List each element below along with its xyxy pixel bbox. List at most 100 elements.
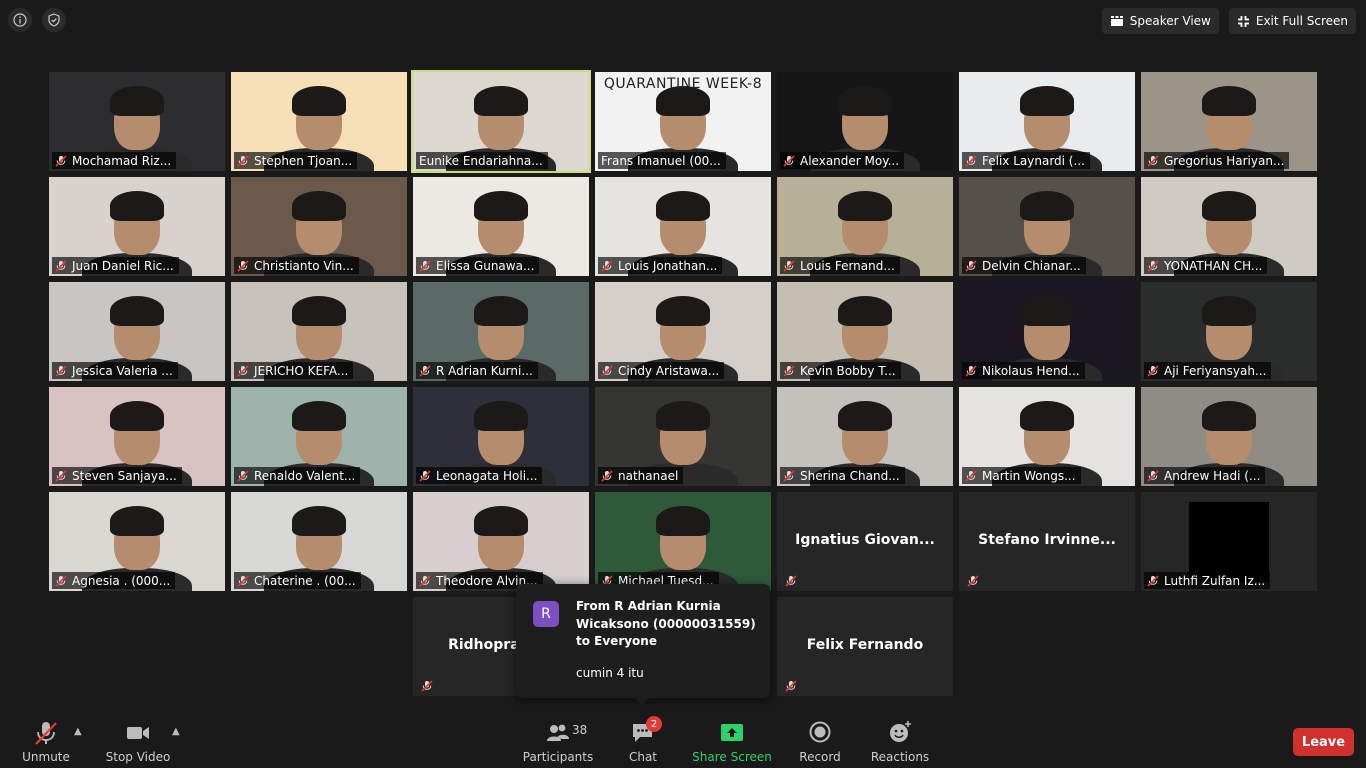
participant-tile[interactable]: Delvin Chianar... (959, 177, 1135, 276)
mic-muted-icon (1147, 574, 1159, 587)
participant-tile[interactable]: Stephen Tjoan... (231, 72, 407, 171)
participant-name: Steven Sanjaya... (72, 468, 177, 483)
shield-icon[interactable] (42, 8, 66, 32)
participant-name: Louis Fernand... (800, 258, 895, 273)
participant-tile[interactable]: Luthfi Zulfan Iz... (1141, 492, 1317, 591)
participant-tile[interactable]: Sherina Chand... (777, 387, 953, 486)
participant-tile[interactable]: YONATHAN CH... (1141, 177, 1317, 276)
participants-count: 38 (572, 723, 588, 737)
participant-name: Eunike Endariahna... (419, 153, 543, 168)
participant-tile[interactable]: Louis Jonathan... (595, 177, 771, 276)
participant-silhouette-hair (110, 401, 164, 431)
participant-silhouette-hair (1202, 401, 1256, 431)
participant-tile[interactable]: Felix Laynardi (... (959, 72, 1135, 171)
participant-nameplate: Christianto Vin... (234, 257, 359, 274)
participant-tile[interactable]: Mochamad Riz... (49, 72, 225, 171)
mic-muted-icon (965, 364, 977, 377)
participant-tile[interactable]: Stefano Irvinne... (959, 492, 1135, 591)
record-label: Record (799, 750, 841, 764)
exit-fullscreen-label: Exit Full Screen (1255, 14, 1348, 28)
participant-silhouette-hair (292, 191, 346, 221)
participant-tile[interactable]: Aji Feriyansyah... (1141, 282, 1317, 381)
participant-tile[interactable]: R Adrian Kurni... (413, 282, 589, 381)
meeting-toolbar: Unmute ▲ Stop Video ▲ Participants 38 Ch… (0, 712, 1366, 768)
mic-muted-icon (783, 469, 795, 482)
participant-tile[interactable]: Gregorius Hariyan... (1141, 72, 1317, 171)
share-screen-button[interactable]: Share Screen (692, 712, 772, 768)
audio-options-chevron-up-icon[interactable]: ▲ (74, 726, 82, 737)
mic-muted-icon (35, 722, 57, 745)
participant-name: Kevin Bobby T... (800, 363, 896, 378)
participant-silhouette-hair (656, 296, 710, 326)
participant-name: Renaldo Valent... (254, 468, 356, 483)
participant-tile[interactable]: Kevin Bobby T... (777, 282, 953, 381)
participant-tile[interactable]: Agnesia . (000... (49, 492, 225, 591)
stop-video-button[interactable]: Stop Video (106, 712, 170, 768)
participant-name: Aji Feriyansyah... (1164, 363, 1267, 378)
participant-tile[interactable]: Jessica Valeria ... (49, 282, 225, 381)
exit-fullscreen-icon (1237, 15, 1249, 27)
unmute-button[interactable]: Unmute (20, 712, 72, 768)
participant-tile[interactable]: Renaldo Valent... (231, 387, 407, 486)
participant-name: Gregorius Hariyan... (1164, 153, 1285, 168)
participant-tile[interactable]: Theodore Alvin... (413, 492, 589, 591)
participant-tile[interactable]: Eunike Endariahna... (411, 70, 591, 173)
video-options-chevron-up-icon[interactable]: ▲ (172, 726, 180, 737)
participant-nameplate: Andrew Hadi (... (1144, 467, 1266, 484)
participant-tile[interactable]: Louis Fernand... (777, 177, 953, 276)
participant-tile[interactable]: Leonagata Holi... (413, 387, 589, 486)
participant-tile[interactable]: QUARANTINE WEEK-8 Frans Imanuel (00... (595, 72, 771, 171)
participant-nameplate: Gregorius Hariyan... (1144, 152, 1290, 169)
participant-nameplate: YONATHAN CH... (1144, 257, 1268, 274)
participant-nameplate: Nikolaus Hend... (962, 362, 1085, 379)
mic-muted-icon (601, 364, 613, 377)
participant-tile[interactable]: Andrew Hadi (... (1141, 387, 1317, 486)
participant-tile[interactable]: Elissa Gunawa... (413, 177, 589, 276)
participant-tile[interactable]: Ignatius Giovan... (777, 492, 953, 591)
participant-nameplate: R Adrian Kurni... (416, 362, 538, 379)
participant-name: Felix Fernando (806, 637, 924, 653)
participant-name: Felix Laynardi (... (982, 153, 1085, 168)
mic-muted-icon (419, 364, 431, 377)
participant-name: Jessica Valeria ... (72, 363, 173, 378)
participants-button[interactable]: Participants (523, 712, 593, 768)
participant-tile[interactable]: Martin Wongs... (959, 387, 1135, 486)
participant-tile[interactable]: Cindy Aristawa... (595, 282, 771, 381)
speaker-view-label: Speaker View (1129, 14, 1211, 28)
mic-muted-icon (55, 364, 67, 377)
mic-muted-icon (965, 259, 977, 272)
participant-silhouette-hair (838, 401, 892, 431)
participant-tile[interactable]: Michael Tuesd... (595, 492, 771, 591)
participant-tile[interactable]: Steven Sanjaya... (49, 387, 225, 486)
mic-muted-icon (601, 259, 613, 272)
participant-tile[interactable]: nathanael (595, 387, 771, 486)
participant-name: Leonagata Holi... (436, 468, 538, 483)
participant-name: Sherina Chand... (800, 468, 900, 483)
chat-message-text: cumin 4 itu (576, 666, 644, 680)
participant-nameplate: Louis Fernand... (780, 257, 900, 274)
leave-button[interactable]: Leave (1293, 728, 1354, 756)
participant-name: Louis Jonathan... (618, 258, 718, 273)
mic-muted-icon (785, 575, 797, 587)
participant-tile[interactable]: Juan Daniel Ric... (49, 177, 225, 276)
info-icon[interactable] (8, 8, 32, 32)
mic-muted-icon (237, 259, 249, 272)
mic-muted-icon (1147, 364, 1159, 377)
reactions-button[interactable]: Reactions (870, 712, 930, 768)
participant-tile[interactable]: Christianto Vin... (231, 177, 407, 276)
participant-name: R Adrian Kurni... (436, 363, 533, 378)
participant-tile[interactable]: Nikolaus Hend... (959, 282, 1135, 381)
chat-unread-badge: 2 (646, 716, 662, 732)
participant-tile[interactable]: Chaterine . (00... (231, 492, 407, 591)
record-button[interactable]: Record (798, 712, 842, 768)
participant-tile[interactable]: Alexander Moy... (777, 72, 953, 171)
participant-tile[interactable]: JERICHO KEFA... (231, 282, 407, 381)
unmute-label: Unmute (22, 750, 70, 764)
reactions-label: Reactions (870, 750, 930, 764)
participant-name: Frans Imanuel (00... (601, 153, 721, 168)
chat-notification[interactable]: R From R Adrian Kurnia Wicaksono (000000… (516, 584, 770, 705)
participant-tile[interactable]: Felix Fernando (777, 597, 953, 696)
speaker-view-button[interactable]: Speaker View (1101, 8, 1219, 34)
exit-fullscreen-button[interactable]: Exit Full Screen (1228, 8, 1356, 34)
participant-silhouette-hair (110, 86, 164, 116)
